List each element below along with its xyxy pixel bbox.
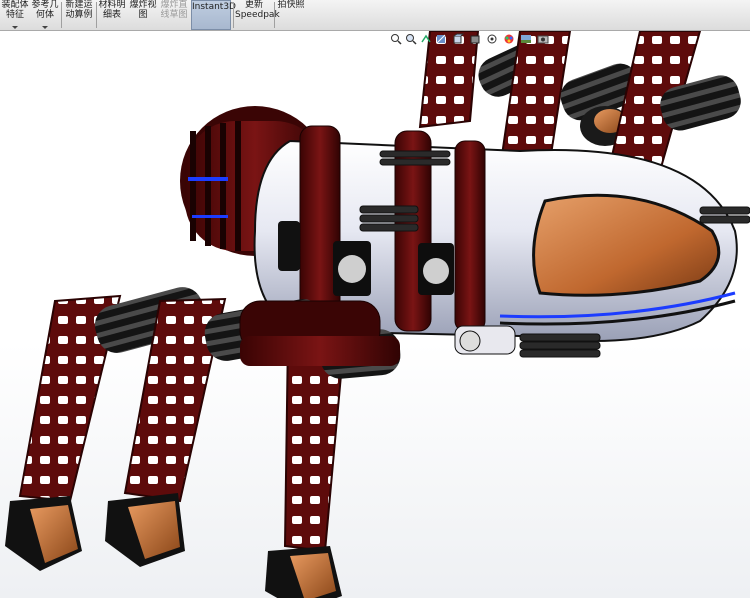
hide-show-items-icon[interactable] <box>486 33 498 45</box>
button-label-line1: 参考几 <box>31 0 59 10</box>
button-label-line1: 拍快照 <box>277 0 305 10</box>
button-label-line1: 材料明 <box>98 0 126 10</box>
view-orientation-icon[interactable] <box>452 33 464 45</box>
section-view-icon[interactable] <box>435 33 447 45</box>
update-speedpak-button[interactable]: 更新 Speedpak <box>235 0 280 30</box>
new-motion-study-button[interactable]: 新建运 动算例 <box>63 0 95 30</box>
take-snapshot-button[interactable]: 拍快照 <box>276 0 306 30</box>
rear-leg-3 <box>608 31 741 173</box>
button-label-line1: 爆炸视 <box>129 0 157 10</box>
assembly-feature-button[interactable]: 装配体 特征 <box>0 0 30 30</box>
graphics-area[interactable] <box>0 31 750 598</box>
zoom-to-area-icon[interactable] <box>405 33 417 45</box>
instant3d-button[interactable]: Instant3D <box>191 0 236 30</box>
dropdown-arrow-icon[interactable] <box>12 26 18 29</box>
button-label-line2: 特征 <box>5 10 24 20</box>
button-label-line2: 何体 <box>35 10 54 20</box>
apply-scene-icon[interactable] <box>520 33 532 45</box>
exploded-view-button[interactable]: 爆炸视 图 <box>128 0 158 30</box>
button-label-line1: 装配体 <box>1 0 29 10</box>
ribbon-separator <box>96 2 97 28</box>
reference-geometry-button[interactable]: 参考几 何体 <box>30 0 60 30</box>
button-label-line2: Speedpak <box>235 10 280 20</box>
command-manager-ribbon: 装配体 特征 参考几 何体 新建运 动算例 材料明 细表 爆炸视 图 爆炸直 线… <box>0 0 750 31</box>
button-label-line1: 新建运 <box>65 0 93 10</box>
explode-line-sketch-button[interactable]: 爆炸直 线草图 <box>159 0 189 30</box>
display-style-icon[interactable] <box>469 33 481 45</box>
ribbon-separator <box>233 2 234 28</box>
button-label-line2: 细表 <box>102 10 121 20</box>
button-label-line1: Instant3D <box>192 2 236 12</box>
edit-appearance-icon[interactable] <box>503 33 515 45</box>
front-leg-right <box>265 329 401 598</box>
ribbon-separator <box>61 2 62 28</box>
bill-of-materials-button[interactable]: 材料明 细表 <box>98 0 126 30</box>
dropdown-arrow-icon[interactable] <box>42 26 48 29</box>
button-label-line1: 更新 <box>244 0 263 10</box>
button-label-line2: 图 <box>138 10 148 20</box>
robot-spider-model[interactable] <box>0 31 750 598</box>
previous-view-icon[interactable] <box>420 33 432 45</box>
button-label-line2: 线草图 <box>160 10 188 20</box>
button-label-line1: 爆炸直 <box>160 0 188 10</box>
ribbon-separator <box>274 2 275 28</box>
view-settings-icon[interactable] <box>537 33 549 45</box>
button-label-line2: 动算例 <box>65 10 93 20</box>
zoom-to-fit-icon[interactable] <box>390 33 402 45</box>
